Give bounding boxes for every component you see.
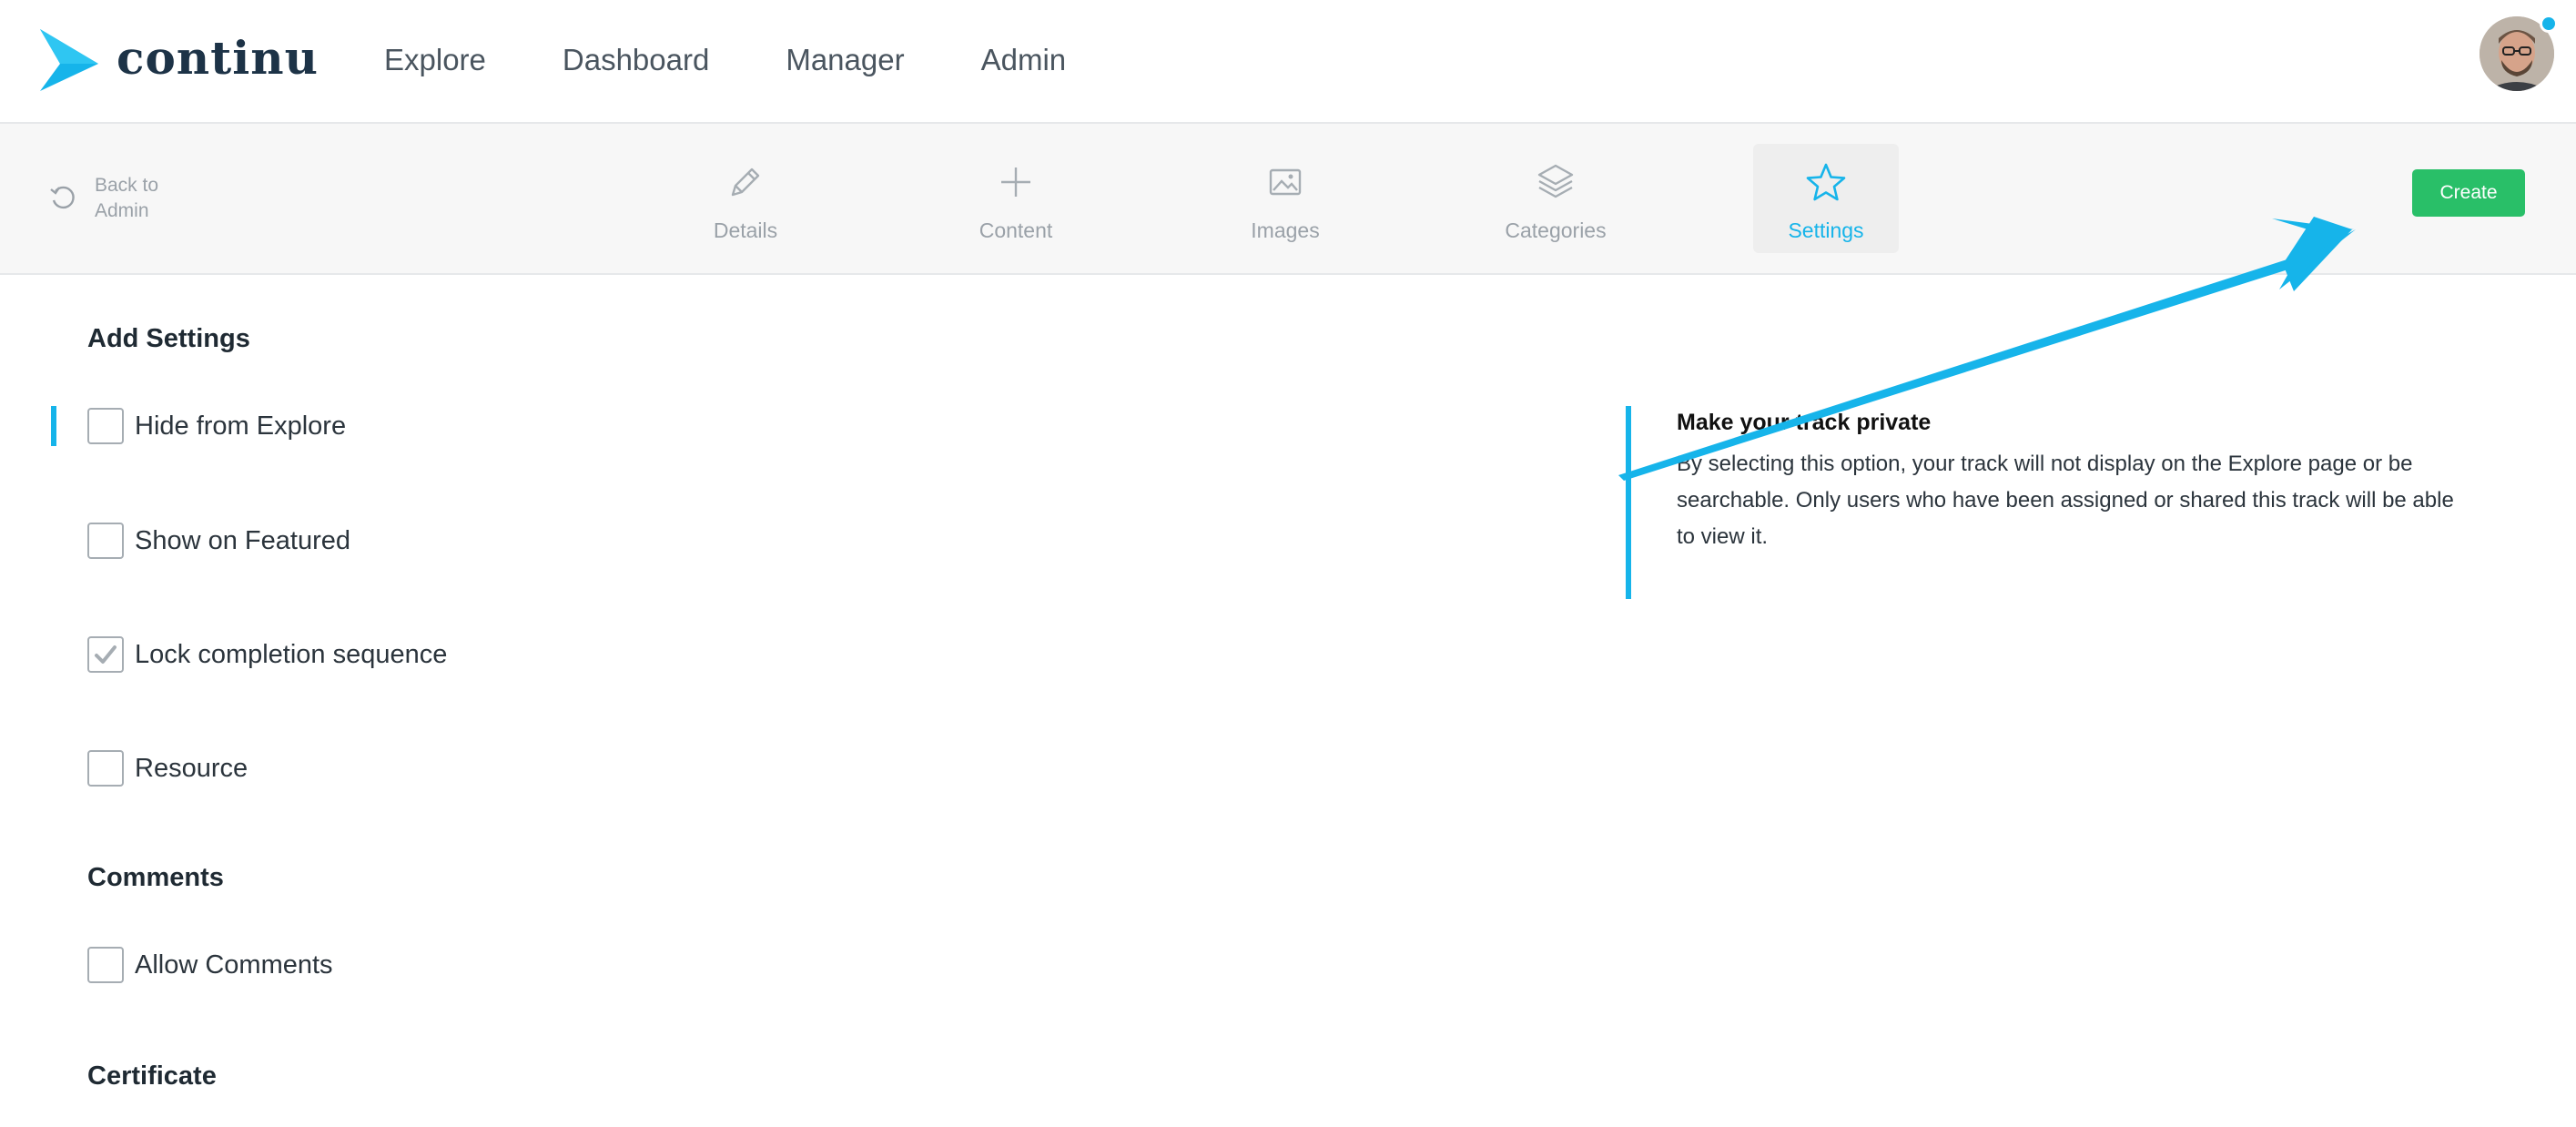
back-to-admin-link[interactable]: Back to Admin (47, 169, 211, 228)
nav-manager[interactable]: Manager (786, 36, 904, 84)
certificate-heading: Certificate (87, 1061, 217, 1091)
step-settings[interactable]: Settings (1753, 144, 1899, 253)
comments-heading: Comments (87, 863, 224, 892)
undo-icon (50, 186, 75, 209)
hide-from-explore-label: Hide from Explore (135, 411, 347, 441)
allow-comments-label: Allow Comments (135, 950, 333, 980)
help-title: Make your track private (1677, 410, 1932, 435)
step-content-label: Content (979, 218, 1053, 242)
step-categories-label: Categories (1505, 218, 1607, 242)
step-details[interactable]: Details (673, 144, 818, 253)
show-on-featured-checkbox[interactable] (87, 523, 124, 559)
logo-arrow-icon (40, 29, 98, 91)
star-icon (1806, 163, 1846, 201)
track-step-bar: Back to Admin Details Content Images Cat… (0, 124, 2576, 275)
plus-icon (1001, 168, 1030, 197)
continu-logo[interactable]: continu (40, 29, 318, 91)
brand-name: continu (117, 31, 319, 85)
step-details-label: Details (713, 218, 778, 242)
page: continu Explore Dashboard Manager Admin (0, 0, 2576, 1127)
create-button[interactable]: Create (2412, 169, 2525, 217)
step-images-label: Images (1251, 218, 1320, 242)
step-content[interactable]: Content (943, 144, 1089, 253)
back-to-admin-label: Back to Admin (95, 175, 159, 221)
help-body: By selecting this option, your track wil… (1677, 452, 2454, 549)
top-navigation: continu Explore Dashboard Manager Admin (0, 0, 2576, 124)
resource-checkbox[interactable] (87, 750, 124, 787)
focus-indicator (51, 406, 56, 446)
main-nav: Explore Dashboard Manager Admin (384, 36, 1142, 84)
allow-comments-checkbox[interactable] (87, 947, 124, 983)
step-images[interactable]: Images (1212, 144, 1358, 253)
hide-from-explore-checkbox[interactable] (87, 408, 124, 444)
show-on-featured-label: Show on Featured (135, 526, 350, 555)
notification-dot (2540, 15, 2558, 33)
step-settings-label: Settings (1788, 218, 1864, 242)
lock-completion-sequence-checkbox[interactable] (87, 636, 124, 673)
nav-dashboard[interactable]: Dashboard (563, 36, 709, 84)
setting-help-panel: Make your track private By selecting thi… (1626, 406, 2485, 599)
layers-icon (1537, 164, 1574, 198)
pencil-icon (731, 168, 760, 197)
resource-label: Resource (135, 754, 248, 783)
nav-admin[interactable]: Admin (981, 36, 1067, 84)
nav-explore[interactable]: Explore (384, 36, 486, 84)
image-icon (1269, 168, 1302, 196)
lock-completion-sequence-label: Lock completion sequence (135, 640, 448, 669)
checkmark-icon (95, 645, 117, 664)
step-categories[interactable]: Categories (1483, 144, 1628, 253)
add-settings-heading: Add Settings (87, 324, 250, 353)
